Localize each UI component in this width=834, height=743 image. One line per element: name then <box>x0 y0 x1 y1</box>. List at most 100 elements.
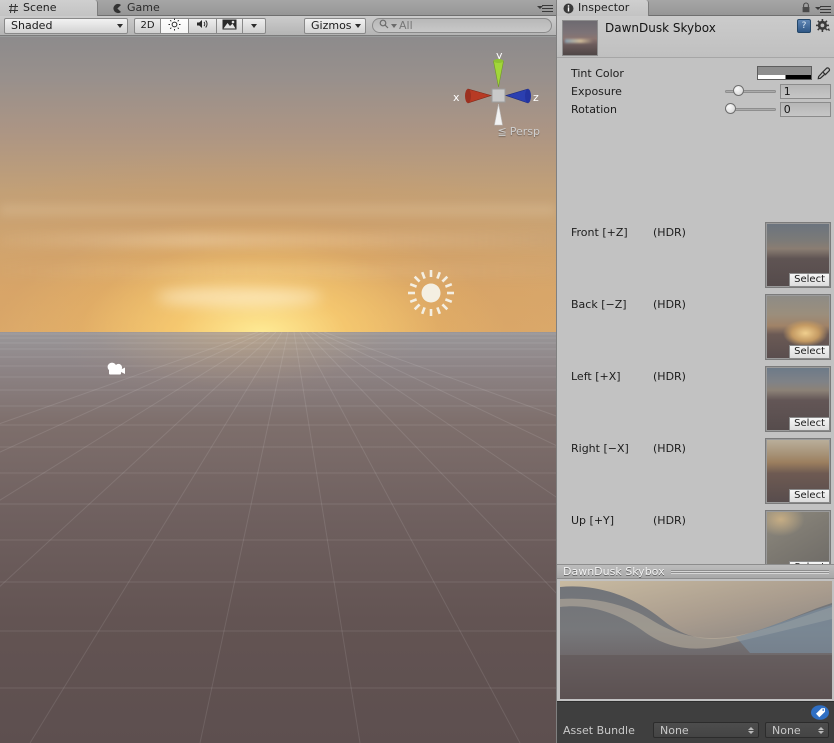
scene-projection-label[interactable]: ≦ Persp <box>498 125 540 138</box>
gizmos-dropdown[interactable]: Gizmos <box>304 18 366 34</box>
material-properties: Tint Color Exposure 1 R <box>557 58 834 118</box>
inspector-menu-icon[interactable] <box>815 4 831 15</box>
texture-up-label: Up [+Y] <box>571 514 614 527</box>
inspector-tab-controls <box>801 2 831 16</box>
sun-lighting-icon <box>168 18 181 34</box>
game-pacman-icon <box>112 3 123 14</box>
toggle-2d-label: 2D <box>140 20 154 31</box>
texture-right-slot[interactable]: Select <box>765 438 831 504</box>
updown-chevrons-icon <box>818 727 824 734</box>
lock-icon[interactable] <box>801 2 811 16</box>
exposure-label: Exposure <box>571 85 725 98</box>
toggle-effects-button[interactable] <box>216 18 242 34</box>
material-thumbnail <box>562 20 598 56</box>
asset-bundle-variant-dropdown[interactable]: None <box>765 722 829 738</box>
rotation-label: Rotation <box>571 103 725 116</box>
texture-left-select-button[interactable]: Select <box>789 417 830 431</box>
texture-right-label: Right [−X] <box>571 442 629 455</box>
texture-front-slot[interactable]: Select <box>765 222 831 288</box>
texture-front-select-button[interactable]: Select <box>789 273 830 287</box>
chevron-down-icon <box>117 24 123 28</box>
inspector-panel: Inspector DawnDusk Skybox ? <box>556 0 834 743</box>
property-rotation: Rotation 0 <box>571 100 831 118</box>
scene-toolbar: Shaded 2D <box>0 16 556 36</box>
speaker-audio-icon <box>196 18 210 33</box>
search-filter-chevron-icon[interactable] <box>391 24 397 28</box>
scene-grid-icon <box>8 3 19 14</box>
cloud-band <box>0 265 556 277</box>
exposure-slider-knob[interactable] <box>733 85 744 96</box>
scene-viewport[interactable]: x y z ≦ Persp <box>0 37 556 743</box>
asset-bundle-value: None <box>660 724 689 737</box>
gear-icon[interactable] <box>816 19 830 33</box>
preview-image[interactable] <box>560 581 832 699</box>
texture-right-select-button[interactable]: Select <box>789 489 830 503</box>
axis-label-z: z <box>533 91 539 104</box>
texture-left-label: Left [+X] <box>571 370 621 383</box>
search-icon <box>379 19 389 32</box>
tab-game-label: Game <box>127 0 160 16</box>
toggle-2d-button[interactable]: 2D <box>134 18 160 34</box>
asset-bundle-footer: Asset Bundle None None <box>557 701 834 743</box>
persp-chevron-icon: ≦ <box>498 125 507 138</box>
preview-drag-grip[interactable] <box>671 569 829 575</box>
material-header: DawnDusk Skybox ? <box>557 16 834 58</box>
tag-icon[interactable] <box>811 705 828 719</box>
tab-scene[interactable]: Scene <box>0 0 98 16</box>
scene-grid <box>0 332 556 743</box>
cloud-band <box>0 205 556 215</box>
property-exposure: Exposure 1 <box>571 82 831 100</box>
chevron-down-icon <box>251 24 257 28</box>
directional-light-gizmo[interactable] <box>406 268 456 318</box>
tint-color-swatch[interactable] <box>757 66 812 80</box>
toggle-audio-button[interactable] <box>188 18 216 34</box>
texture-right-hdr: (HDR) <box>653 442 686 455</box>
asset-bundle-dropdown[interactable]: None <box>653 722 759 738</box>
persp-text: Persp <box>510 125 540 138</box>
camera-gizmo[interactable] <box>106 361 126 376</box>
gizmos-label: Gizmos <box>311 19 352 32</box>
tab-scene-label: Scene <box>23 0 57 16</box>
sun-glow-haze <box>156 287 323 307</box>
chevron-down-icon <box>355 24 361 28</box>
eyedropper-icon[interactable] <box>817 66 831 80</box>
info-circle-icon <box>563 3 574 14</box>
tint-color-label: Tint Color <box>571 67 757 80</box>
asset-bundle-variant-value: None <box>772 724 801 737</box>
preview-title: DawnDusk Skybox <box>563 565 665 578</box>
preview-header[interactable]: DawnDusk Skybox <box>557 564 834 579</box>
help-book-icon[interactable]: ? <box>797 19 811 33</box>
texture-back-label: Back [−Z] <box>571 298 627 311</box>
property-tint-color: Tint Color <box>571 64 831 82</box>
scene-tabbar: Scene Game <box>0 0 556 16</box>
draw-mode-value: Shaded <box>11 19 52 32</box>
inspector-tabbar: Inspector <box>557 0 834 16</box>
inspector-header-icons: ? <box>797 19 830 33</box>
exposure-slider[interactable] <box>725 84 775 98</box>
texture-front-hdr: (HDR) <box>653 226 686 239</box>
texture-left-hdr: (HDR) <box>653 370 686 383</box>
texture-left-slot[interactable]: Select <box>765 366 831 432</box>
draw-mode-dropdown[interactable]: Shaded <box>4 18 128 34</box>
rotation-slider[interactable] <box>725 102 775 116</box>
cloud-band <box>0 233 556 247</box>
rotation-slider-knob[interactable] <box>725 103 736 114</box>
scene-search-input[interactable]: All <box>372 18 552 33</box>
texture-back-slot[interactable]: Select <box>765 294 831 360</box>
toggle-lighting-button[interactable] <box>160 18 188 34</box>
image-effects-icon <box>222 19 237 33</box>
rotation-value-field[interactable]: 0 <box>780 102 831 117</box>
asset-preview-panel: DawnDusk Skybox <box>557 564 834 743</box>
exposure-value-field[interactable]: 1 <box>780 84 831 99</box>
asset-bundle-row: Asset Bundle None None <box>563 722 829 738</box>
scene-panel-menu-icon[interactable] <box>537 3 553 14</box>
scene-search-placeholder: All <box>399 19 413 32</box>
asset-bundle-label: Asset Bundle <box>563 724 647 737</box>
texture-front-label: Front [+Z] <box>571 226 628 239</box>
effects-dropdown-button[interactable] <box>242 18 266 34</box>
texture-back-select-button[interactable]: Select <box>789 345 830 359</box>
unity-editor-window: Scene Game Shaded 2D <box>0 0 834 743</box>
tab-game[interactable]: Game <box>104 0 188 16</box>
updown-chevrons-icon <box>748 727 754 734</box>
tab-inspector[interactable]: Inspector <box>557 0 649 16</box>
